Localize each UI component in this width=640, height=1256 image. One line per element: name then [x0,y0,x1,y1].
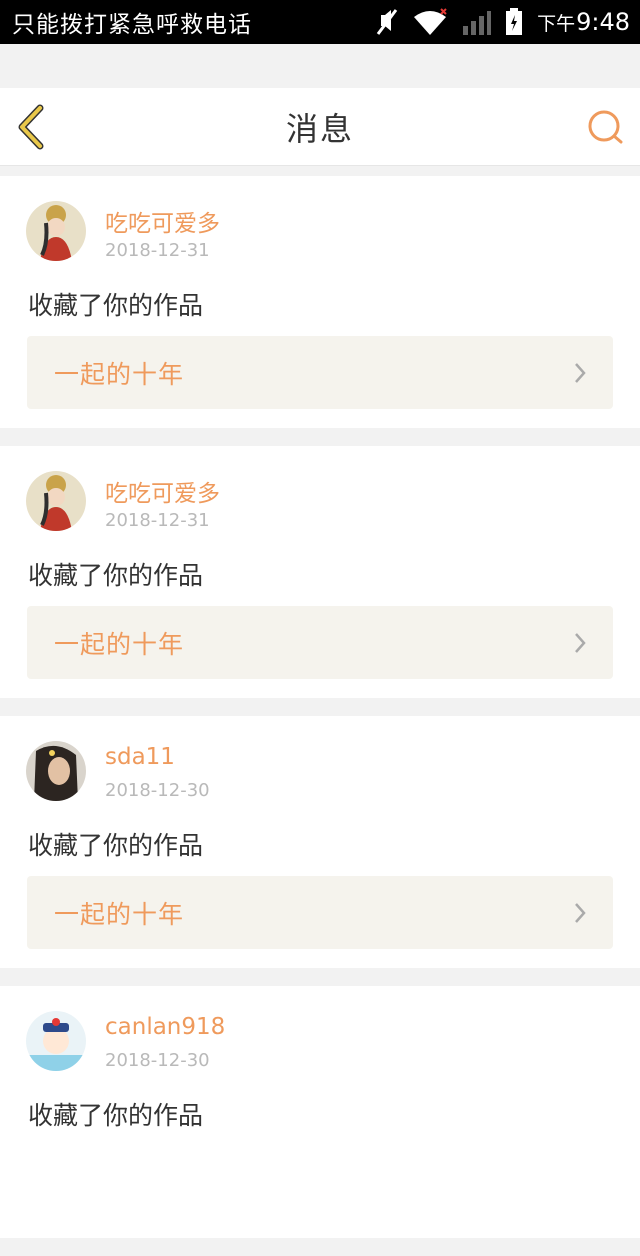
message-action-text: 收藏了你的作品 [28,291,204,320]
avatar[interactable] [26,201,86,261]
chevron-right-icon [575,632,586,653]
work-title: 一起的十年 [54,629,185,659]
status-bar: 只能拨打紧急呼救电话 下午9:48 [0,0,640,44]
work-title: 一起的十年 [54,359,185,389]
work-title: 一起的十年 [54,899,185,929]
status-time: 下午9:48 [537,8,630,36]
username[interactable]: sda11 [105,744,175,770]
signal-icon [463,11,492,35]
message-action-text: 收藏了你的作品 [28,1101,204,1130]
work-link-button[interactable]: 一起的十年 [27,336,613,409]
message-card: 吃吃可爱多 2018-12-31 收藏了你的作品 一起的十年 [0,176,640,428]
username[interactable]: 吃吃可爱多 [105,474,220,508]
username[interactable]: canlan918 [105,1014,225,1040]
message-card: sda11 2018-12-30 收藏了你的作品 一起的十年 [0,716,640,968]
message-action-text: 收藏了你的作品 [28,561,204,590]
chevron-right-icon [575,362,586,383]
message-card: 吃吃可爱多 2018-12-31 收藏了你的作品 一起的十年 [0,446,640,698]
message-date: 2018-12-31 [105,510,210,531]
status-icons: 下午9:48 [375,7,630,37]
page-title: 消息 [285,109,354,148]
avatar[interactable] [26,741,86,801]
search-icon [588,110,623,144]
back-button[interactable] [14,104,54,150]
wifi-icon [414,8,447,35]
mute-icon [376,9,398,35]
avatar[interactable] [26,1011,86,1071]
chevron-right-icon [575,902,586,923]
work-link-button[interactable]: 一起的十年 [27,606,613,679]
message-date: 2018-12-30 [105,780,210,801]
chevron-left-icon [18,104,44,150]
message-action-text: 收藏了你的作品 [28,831,204,860]
username[interactable]: 吃吃可爱多 [105,204,220,238]
message-date: 2018-12-30 [105,1050,210,1071]
status-carrier-text: 只能拨打紧急呼救电话 [12,12,252,38]
avatar[interactable] [26,471,86,531]
work-link-button[interactable]: 一起的十年 [27,876,613,949]
search-button[interactable] [586,108,626,148]
battery-icon [506,8,523,35]
message-date: 2018-12-31 [105,240,210,261]
message-card: canlan918 2018-12-30 收藏了你的作品 [0,986,640,1238]
message-list: 吃吃可爱多 2018-12-31 收藏了你的作品 一起的十年 吃吃可爱多 201… [0,176,640,1256]
navigation-header: 消息 [0,88,640,166]
